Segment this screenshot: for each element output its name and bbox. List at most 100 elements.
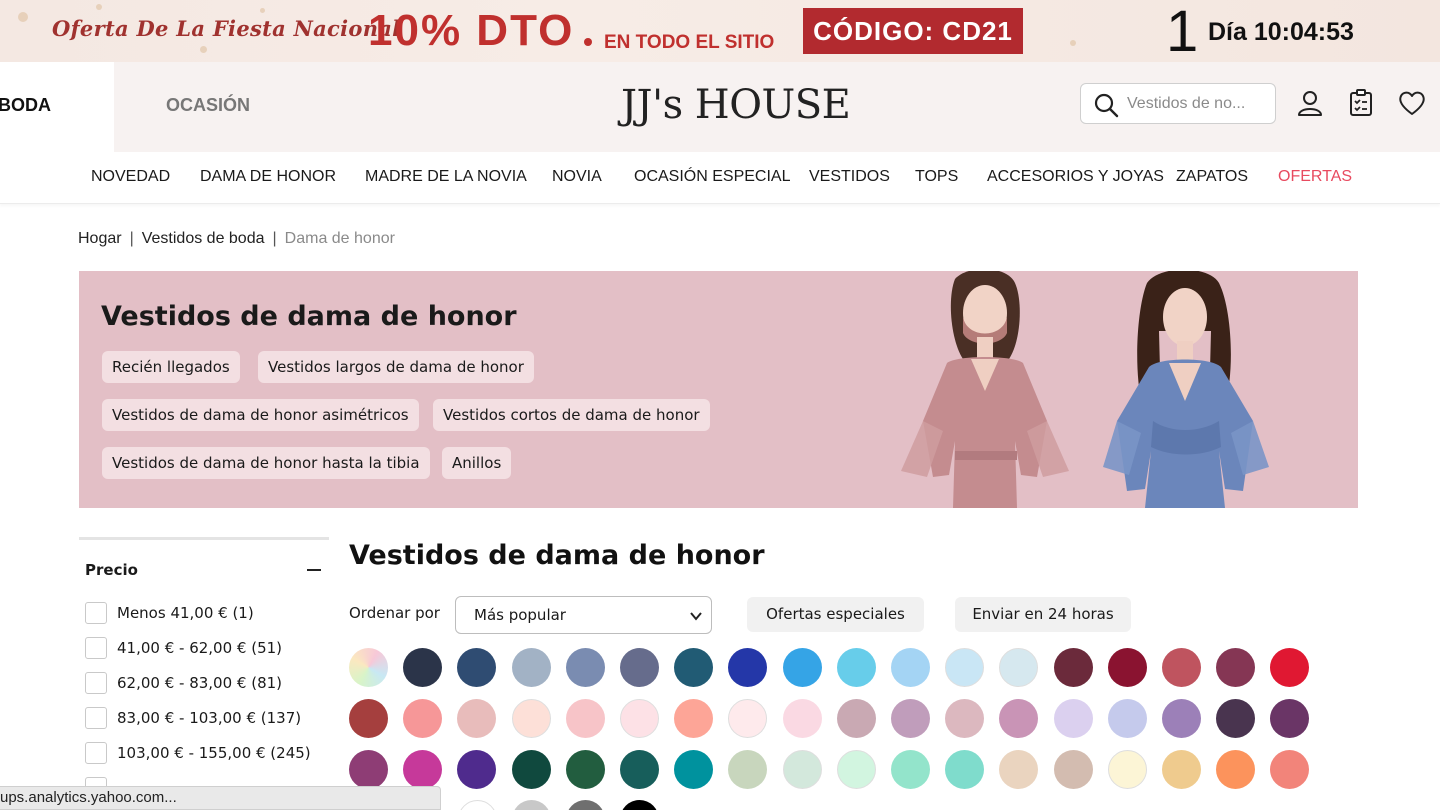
color-swatch[interactable] — [999, 648, 1039, 687]
color-swatch[interactable] — [458, 800, 497, 810]
nav-item-tops[interactable]: TOPS — [915, 168, 958, 186]
color-swatch[interactable] — [999, 699, 1039, 738]
chip-tea-length-dresses[interactable]: Vestidos de dama de honor hasta la tibia — [102, 447, 430, 479]
color-swatch[interactable] — [836, 750, 876, 789]
color-swatch[interactable] — [457, 699, 497, 738]
color-swatch[interactable] — [674, 699, 714, 738]
color-swatch[interactable] — [1270, 648, 1310, 687]
color-swatch[interactable] — [403, 699, 443, 738]
color-swatch[interactable] — [1270, 750, 1310, 789]
model-blue-dress-image — [1103, 271, 1269, 508]
checkbox[interactable] — [85, 707, 107, 729]
color-swatch[interactable] — [1216, 699, 1256, 738]
chip-long-dresses[interactable]: Vestidos largos de dama de honor — [258, 351, 534, 383]
color-swatch[interactable] — [891, 699, 930, 738]
checkbox[interactable] — [85, 742, 107, 764]
color-swatch[interactable] — [1053, 648, 1093, 687]
color-swatch[interactable] — [565, 699, 605, 738]
color-swatch[interactable] — [1216, 648, 1256, 687]
color-swatch[interactable] — [511, 750, 551, 789]
chip-asymmetric-dresses[interactable]: Vestidos de dama de honor asimétricos — [102, 399, 419, 431]
sort-label: Ordenar por — [349, 604, 440, 622]
nav-item-madre-de-la-novia[interactable]: MADRE DE LA NOVIA — [365, 168, 527, 186]
checkbox[interactable] — [85, 672, 107, 694]
color-swatch[interactable] — [565, 648, 605, 687]
color-swatch[interactable] — [565, 750, 605, 789]
color-swatch[interactable] — [782, 750, 822, 789]
nav-item-dama-de-honor[interactable]: DAMA DE HONOR — [200, 168, 336, 186]
nav-item-zapatos[interactable]: ZAPATOS — [1176, 168, 1248, 186]
color-swatch[interactable] — [1107, 750, 1147, 789]
account-icon[interactable] — [1295, 88, 1325, 118]
color-swatch[interactable] — [945, 750, 985, 789]
color-swatch[interactable] — [674, 750, 714, 789]
color-swatch[interactable] — [1162, 648, 1201, 687]
color-swatch[interactable] — [836, 648, 876, 687]
color-swatch[interactable] — [457, 648, 497, 687]
color-swatch[interactable] — [728, 750, 768, 789]
filter-divider — [79, 537, 329, 540]
color-swatch[interactable] — [782, 648, 822, 687]
nav-item-novia[interactable]: NOVIA — [552, 168, 602, 186]
color-swatch[interactable] — [511, 699, 551, 738]
collapse-minus-icon[interactable] — [307, 569, 321, 571]
orders-clipboard-icon[interactable] — [1346, 88, 1376, 118]
chip-rings[interactable]: Anillos — [442, 447, 512, 479]
special-offers-button[interactable]: Ofertas especiales — [747, 597, 924, 632]
color-swatch[interactable] — [1162, 699, 1201, 738]
color-swatch[interactable] — [620, 750, 659, 789]
nav-item-novedad[interactable]: NOVEDAD — [91, 168, 170, 186]
checkbox[interactable] — [85, 637, 107, 659]
color-swatch[interactable] — [566, 800, 605, 810]
color-swatch[interactable] — [999, 750, 1039, 789]
tab-wedding[interactable]: BODA — [0, 62, 114, 152]
nav-item-accesorios-y-joyas[interactable]: ACCESORIOS Y JOYAS — [987, 168, 1164, 186]
color-swatch[interactable] — [403, 648, 443, 687]
color-swatch-multicolor[interactable] — [349, 648, 388, 687]
color-swatch[interactable] — [945, 648, 985, 687]
search-icon[interactable] — [1093, 92, 1119, 118]
color-swatch[interactable] — [1053, 750, 1093, 789]
chip-new-arrivals[interactable]: Recién llegados — [102, 351, 240, 383]
breadcrumb-wedding-dresses[interactable]: Vestidos de boda — [142, 230, 265, 247]
color-swatch[interactable] — [945, 699, 985, 738]
color-swatch[interactable] — [782, 699, 822, 738]
breadcrumb-home[interactable]: Hogar — [78, 230, 122, 247]
color-swatch[interactable] — [1107, 699, 1147, 738]
filter-title-price[interactable]: Precio — [85, 561, 138, 579]
color-swatch[interactable] — [1270, 699, 1310, 738]
nav-item-vestidos[interactable]: VESTIDOS — [809, 168, 890, 186]
color-swatch[interactable] — [1053, 699, 1093, 738]
color-swatch[interactable] — [403, 750, 443, 789]
color-swatch[interactable] — [1216, 750, 1256, 789]
color-swatch[interactable] — [457, 750, 497, 789]
nav-item-ocasion-especial[interactable]: OCASIÓN ESPECIAL — [634, 168, 791, 186]
promo-banner[interactable]: Oferta De La Fiesta Nacional 10% DTO EN … — [0, 0, 1440, 62]
checkbox[interactable] — [85, 602, 107, 624]
search-box[interactable] — [1080, 83, 1276, 124]
color-swatch[interactable] — [1162, 750, 1201, 789]
color-swatch[interactable] — [512, 800, 551, 810]
search-input[interactable] — [1127, 92, 1269, 116]
color-swatch[interactable] — [620, 699, 659, 738]
color-swatch[interactable] — [1107, 648, 1147, 687]
color-swatch[interactable] — [349, 750, 388, 789]
sort-dropdown[interactable]: Más popular — [455, 596, 712, 634]
nav-item-ofertas[interactable]: OFERTAS — [1278, 168, 1352, 186]
color-swatch[interactable] — [728, 699, 768, 738]
color-swatch[interactable] — [674, 648, 714, 687]
site-logo[interactable]: JJ's HOUSE — [621, 82, 851, 128]
wishlist-heart-icon[interactable] — [1397, 88, 1427, 118]
promo-code: CÓDIGO: CD21 — [803, 8, 1023, 54]
color-swatch[interactable] — [891, 750, 930, 789]
chip-short-dresses[interactable]: Vestidos cortos de dama de honor — [433, 399, 710, 431]
color-swatch[interactable] — [511, 648, 551, 687]
tab-occasion[interactable]: OCASIÓN — [166, 95, 250, 116]
color-swatch[interactable] — [620, 800, 659, 810]
color-swatch[interactable] — [891, 648, 930, 687]
color-swatch[interactable] — [620, 648, 659, 687]
color-swatch[interactable] — [836, 699, 876, 738]
color-swatch[interactable] — [728, 648, 768, 687]
ship-24h-button[interactable]: Enviar en 24 horas — [955, 597, 1131, 632]
color-swatch[interactable] — [349, 699, 388, 738]
